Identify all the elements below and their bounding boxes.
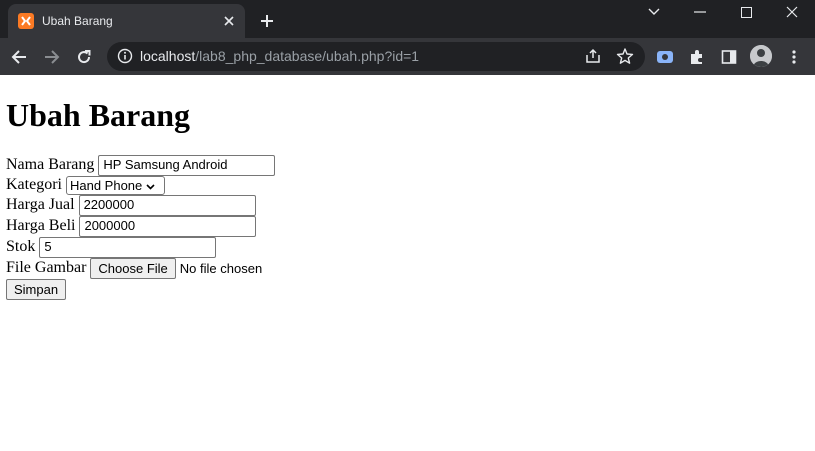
chevron-down-icon <box>146 178 155 193</box>
form-row-harga-jual: Harga Jual 2200000 <box>6 194 256 216</box>
browser-tab[interactable]: Ubah Barang <box>8 4 245 38</box>
url-host: localhost <box>140 48 196 64</box>
profile-avatar[interactable] <box>750 45 772 67</box>
gambar-label: File Gambar <box>6 259 87 276</box>
forward-icon[interactable] <box>39 44 65 70</box>
browser-tab-strip: Ubah Barang <box>0 0 815 38</box>
url-path: /lab8_php_database/ubah.php?id=1 <box>195 48 420 64</box>
kategori-select[interactable]: Hand Phone <box>65 175 165 195</box>
stok-label: Stok <box>6 238 36 255</box>
form-row-gambar: File Gambar Choose File No file chosen <box>6 257 263 279</box>
harga-beli-input[interactable]: 2000000 <box>79 215 257 237</box>
browser-toolbar: localhost/lab8_php_database/ubah.php?id=… <box>0 38 815 75</box>
stok-input[interactable]: 5 <box>39 236 217 258</box>
page-content: Ubah Barang Nama Barang HP Samsung Andro… <box>0 75 815 451</box>
choose-file-button[interactable]: Choose File <box>90 257 176 279</box>
form-row-kategori: Kategori Hand Phone <box>6 175 165 195</box>
site-info-icon[interactable] <box>117 48 133 64</box>
form-row-stok: Stok 5 <box>6 236 217 258</box>
tab-close-icon[interactable] <box>219 11 239 31</box>
side-panel-icon[interactable] <box>719 47 739 67</box>
form-row-nama: Nama Barang HP Samsung Android <box>6 154 276 176</box>
maximize-icon[interactable] <box>723 0 769 24</box>
menu-kebab-icon[interactable] <box>784 47 804 67</box>
tab-title: Ubah Barang <box>42 14 113 28</box>
share-icon[interactable] <box>584 47 602 65</box>
kategori-label: Kategori <box>6 176 62 193</box>
bookmark-star-icon[interactable] <box>616 47 634 65</box>
harga-jual-input[interactable]: 2200000 <box>78 194 256 216</box>
nama-label: Nama Barang <box>6 156 95 173</box>
simpan-button[interactable]: Simpan <box>6 279 67 300</box>
new-tab-icon[interactable] <box>256 10 278 32</box>
tab-search-icon[interactable] <box>631 0 677 24</box>
window-close-icon[interactable] <box>769 0 815 24</box>
back-icon[interactable] <box>6 44 32 70</box>
page-title: Ubah Barang <box>6 97 191 133</box>
nama-input[interactable]: HP Samsung Android <box>98 154 276 176</box>
screen-capture-extension-icon[interactable] <box>655 47 675 67</box>
extensions-puzzle-icon[interactable] <box>687 47 707 67</box>
file-status: No file chosen <box>179 260 263 276</box>
kategori-selected: Hand Phone <box>69 177 143 193</box>
minimize-icon[interactable] <box>677 0 723 24</box>
harga-jual-label: Harga Jual <box>6 196 75 213</box>
xampp-favicon-icon <box>18 13 34 29</box>
form-row-harga-beli: Harga Beli 2000000 <box>6 215 257 237</box>
harga-beli-label: Harga Beli <box>6 217 76 234</box>
url-text[interactable]: localhost/lab8_php_database/ubah.php?id=… <box>140 48 419 64</box>
address-bar[interactable]: localhost/lab8_php_database/ubah.php?id=… <box>107 42 645 71</box>
reload-icon[interactable] <box>71 44 97 70</box>
